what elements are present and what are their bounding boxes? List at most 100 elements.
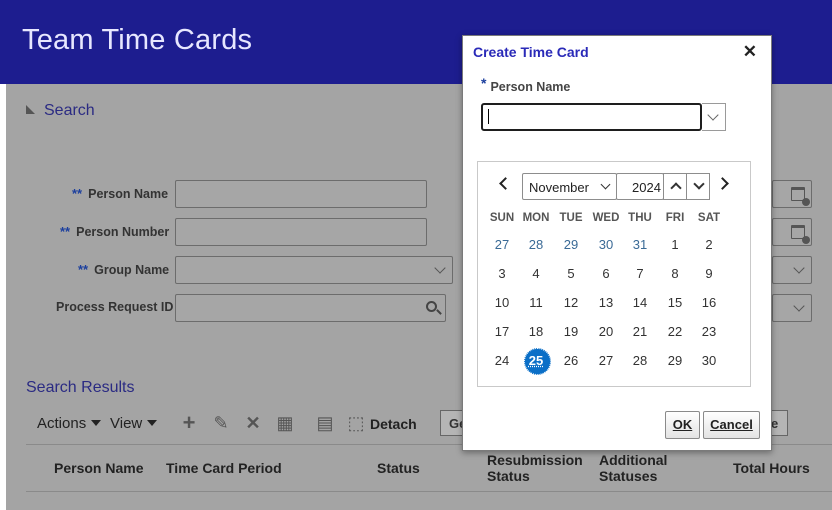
calendar-day[interactable]: 11 [519,291,553,315]
calendar-day[interactable]: 28 [623,349,657,373]
calendar-day[interactable]: 18 [519,320,553,344]
calendar-day-number: 13 [598,295,614,310]
calendar-day-number: 4 [532,266,540,281]
calendar-day-number: 14 [632,295,648,310]
calendar-icon[interactable] [791,225,810,244]
calendar-day[interactable]: 8 [658,262,692,286]
month-select[interactable]: November [522,173,617,200]
calendar-day-selected[interactable]: 25 [519,348,553,375]
right-select-1[interactable] [772,256,812,284]
next-month-icon[interactable] [716,177,729,190]
year-increment-button[interactable] [663,173,687,200]
weekday-label: THU [628,212,652,224]
person-number-field[interactable] [175,218,427,246]
person-number-label-text: Person Number [76,225,170,239]
right-select-2[interactable] [772,294,812,322]
required-marker: ** [78,262,89,277]
calendar-day-number: 27 [494,237,510,252]
create-time-card-dialog: Create Time Card ✕ * Person Name November… [462,35,772,451]
year-input[interactable]: 2024 [616,173,664,200]
calendar-day-number: 2 [705,237,713,252]
person-name-label: ** Person Name [72,186,168,201]
view-menu-label: View [110,415,143,432]
calendar-day[interactable]: 6 [589,262,623,286]
person-name-input[interactable] [481,103,702,131]
calendar-day[interactable]: 28 [519,233,553,257]
column-header-time-card-period[interactable]: Time Card Period [166,460,282,476]
calendar-day[interactable]: 9 [692,262,726,286]
calendar-day-number: 19 [563,324,579,339]
calendar-day[interactable]: 5 [554,262,588,286]
close-icon[interactable]: ✕ [743,42,757,62]
calendar-day[interactable]: 29 [658,349,692,373]
calendar-day[interactable]: 24 [485,349,519,373]
plus-icon[interactable]: + [180,412,198,434]
calendar-day-number: 23 [701,324,717,339]
calendar-day-number: 25 [528,353,544,368]
calendar-day[interactable]: 16 [692,291,726,315]
calendar-day-number: 26 [563,353,579,368]
cancel-button[interactable]: Cancel [703,411,760,439]
calendar-day[interactable]: 14 [623,291,657,315]
calendar-day[interactable]: 19 [554,320,588,344]
search-section-toggle[interactable]: Search [26,102,95,120]
year-decrement-button[interactable] [686,173,710,200]
column-header-additional-statuses[interactable]: Additional Statuses [599,452,679,484]
calendar-day[interactable]: 20 [589,320,623,344]
calendar-day-number: 9 [705,266,713,281]
calendar-day[interactable]: 26 [554,349,588,373]
search-icon[interactable] [426,301,437,312]
calendar-day-number: 18 [528,324,544,339]
calendar-day[interactable]: 17 [485,320,519,344]
group-name-select[interactable] [175,256,453,284]
calendar-day[interactable]: 3 [485,262,519,286]
calendar-day-number: 31 [632,237,648,252]
start-date-field[interactable] [772,180,812,208]
pencil-icon[interactable]: ✎ [212,414,230,432]
calendar-day[interactable]: 13 [589,291,623,315]
calendar-day[interactable]: 30 [589,233,623,257]
calendar-icon[interactable] [791,187,810,206]
calendar-day-number: 24 [494,353,510,368]
ok-button[interactable]: OK [665,411,700,439]
end-date-field[interactable] [772,218,812,246]
grid-icon[interactable]: ▦ [276,414,294,432]
filter-icon[interactable]: ▤ [316,414,334,432]
person-name-label: * Person Name [481,75,570,94]
calendar-day[interactable]: 31 [623,233,657,257]
column-header-person-name[interactable]: Person Name [54,460,143,476]
x-icon[interactable]: ✕ [244,414,262,432]
person-name-field[interactable] [175,180,427,208]
calendar-day-number: 16 [701,295,717,310]
date-picker: November 2024 SUN MON TUE WED THU FRI SAT 27 28… [477,161,751,387]
calendar-day[interactable]: 10 [485,291,519,315]
weekday-label: TUE [559,212,583,224]
calendar-day[interactable]: 22 [658,320,692,344]
calendar-day[interactable]: 27 [485,233,519,257]
view-menu[interactable]: View [110,415,158,432]
detach-button[interactable]: Detach [370,416,417,432]
right-edge-button[interactable]: e [770,410,788,436]
actions-menu[interactable]: Actions [37,415,102,432]
calendar-day[interactable]: 7 [623,262,657,286]
column-header-total-hours[interactable]: Total Hours [733,460,810,476]
calendar-day[interactable]: 1 [658,233,692,257]
calendar-day[interactable]: 29 [554,233,588,257]
calendar-day[interactable]: 23 [692,320,726,344]
weekday-label: SAT [697,212,721,224]
calendar-day[interactable]: 27 [589,349,623,373]
required-marker: * [481,75,487,91]
column-header-status[interactable]: Status [377,460,420,476]
calendar-day[interactable]: 12 [554,291,588,315]
calendar-day[interactable]: 4 [519,262,553,286]
process-request-id-field[interactable] [175,294,446,322]
detach-icon[interactable]: ⬚ [347,414,365,432]
person-name-dropdown-button[interactable] [702,103,726,131]
calendar-day[interactable]: 2 [692,233,726,257]
previous-month-icon[interactable] [499,177,512,190]
calendar-day[interactable]: 30 [692,349,726,373]
column-header-resubmission-status[interactable]: Resubmission Status [487,452,583,484]
calendar-day[interactable]: 15 [658,291,692,315]
calendar-day-number: 5 [567,266,575,281]
calendar-day[interactable]: 21 [623,320,657,344]
